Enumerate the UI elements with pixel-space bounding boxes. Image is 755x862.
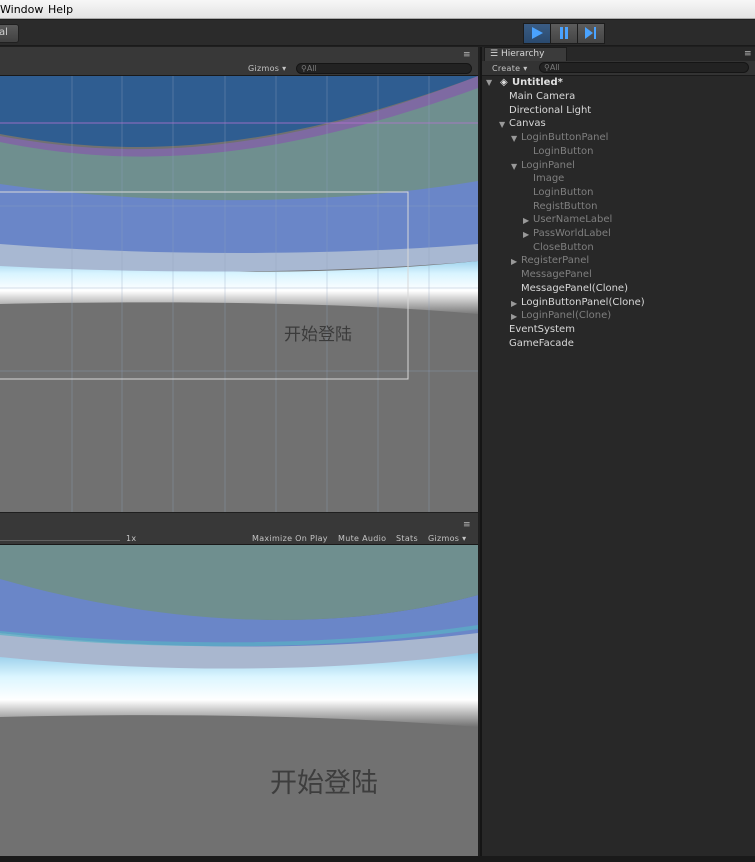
scale-slider[interactable] [0, 540, 120, 541]
game-toolbar: ≡ 1x Maximize On Play Mute Audio Stats G… [0, 513, 478, 545]
play-icon [532, 27, 543, 39]
hierarchy-item-label: Directional Light [509, 104, 592, 116]
hierarchy-item[interactable]: ▶ UserNameLabel [482, 214, 752, 227]
hierarchy-search-placeholder: All [549, 63, 560, 72]
hierarchy-item[interactable]: ▶ RegisterPanel [482, 255, 752, 268]
menu-help[interactable]: Help [48, 3, 73, 16]
hierarchy-item[interactable]: ▶ PassWorldLabel [482, 228, 752, 241]
hierarchy-item-label: RegistButton [533, 200, 598, 212]
expand-arrow-icon[interactable]: ▼ [511, 133, 517, 145]
hierarchy-item-label: GameFacade [509, 337, 574, 349]
hierarchy-toolbar: Create ▾ ⚲All [482, 61, 755, 76]
collapse-arrow-icon[interactable]: ▶ [511, 311, 517, 323]
hierarchy-item[interactable]: ▶ LoginButtonPanel(Clone) [482, 297, 752, 310]
hierarchy-item-label: LoginButtonPanel(Clone) [521, 296, 645, 308]
hierarchy-item-label: LoginButton [533, 186, 594, 198]
play-button[interactable] [523, 23, 551, 44]
hierarchy-item[interactable]: Directional Light [482, 105, 752, 118]
step-icon [585, 27, 596, 39]
hierarchy-item-label: LoginPanel(Clone) [521, 310, 612, 322]
game-login-text: 开始登陆 [270, 768, 378, 799]
hierarchy-item-label: Canvas [509, 118, 546, 130]
hierarchy-item-label: Image [533, 173, 565, 185]
scale-label: 1x [126, 534, 137, 543]
scene-name: Untitled* [512, 77, 563, 88]
hierarchy-item[interactable]: ▼ Canvas [482, 118, 752, 131]
scene-search-input[interactable]: ⚲All [296, 63, 472, 74]
hierarchy-item[interactable]: RegistButton [482, 201, 752, 214]
search-placeholder: All [306, 64, 317, 73]
pause-button[interactable] [550, 23, 578, 44]
game-view[interactable]: 开始登陆 [0, 545, 478, 856]
scene-gizmos-dropdown[interactable]: Gizmos ▾ [248, 64, 286, 73]
hierarchy-item[interactable]: EventSystem [482, 324, 752, 337]
hierarchy-item[interactable]: Main Camera [482, 91, 752, 104]
scene-skybox [0, 76, 478, 512]
step-button[interactable] [577, 23, 605, 44]
pivot-toggle-button[interactable]: al [0, 24, 19, 43]
hierarchy-item-label: LoginButton [533, 145, 594, 157]
hierarchy-item-label: MessagePanel(Clone) [521, 282, 628, 294]
hierarchy-tab-label: Hierarchy [500, 49, 545, 59]
hierarchy-item-label: CloseButton [533, 241, 594, 253]
status-bar [0, 856, 755, 862]
hierarchy-item-label: LoginPanel [521, 159, 575, 171]
game-gizmos-dropdown[interactable]: Gizmos ▾ [428, 534, 466, 543]
hierarchy-item-label: RegisterPanel [521, 255, 590, 267]
scene-toolbar: ≡ Gizmos ▾ ⚲All [0, 47, 478, 76]
list-icon: ☰ [490, 49, 499, 59]
hierarchy-item[interactable]: ▼ LoginButtonPanel [482, 132, 752, 145]
game-gizmos-label: Gizmos [428, 534, 460, 543]
hierarchy-panel: ☰ Hierarchy ≡ Create ▾ ⚲All ▼ ◈ Untitled… [480, 47, 755, 856]
hierarchy-tab[interactable]: ☰ Hierarchy [484, 47, 567, 61]
collapse-arrow-icon[interactable]: ▶ [511, 256, 517, 268]
collapse-arrow-icon[interactable]: ▶ [523, 229, 529, 241]
game-skybox [0, 545, 478, 856]
hierarchy-item[interactable]: GameFacade [482, 338, 752, 351]
panel-menu-icon[interactable]: ≡ [463, 50, 471, 60]
hierarchy-item[interactable]: LoginButton [482, 187, 752, 200]
gizmos-label: Gizmos [248, 64, 280, 73]
menu-bar: Window Help [0, 0, 755, 19]
menu-window[interactable]: Window [0, 3, 43, 16]
expand-arrow-icon[interactable]: ▼ [499, 119, 505, 131]
hierarchy-item-label: Main Camera [509, 91, 576, 102]
hierarchy-item-label: MessagePanel [521, 269, 592, 281]
expand-arrow-icon[interactable]: ▼ [511, 161, 517, 173]
hierarchy-item[interactable]: Image [482, 173, 752, 186]
hierarchy-item[interactable]: MessagePanel [482, 269, 752, 282]
create-label: Create [492, 64, 521, 73]
hierarchy-item-label: UserNameLabel [533, 214, 613, 226]
hierarchy-item-label: PassWorldLabel [533, 228, 611, 239]
pause-icon [560, 27, 568, 39]
hierarchy-menu-icon[interactable]: ≡ [744, 49, 752, 59]
stats-button[interactable]: Stats [396, 534, 418, 543]
hierarchy-search-input[interactable]: ⚲All [539, 62, 749, 73]
scene-login-text: 开始登陆 [284, 325, 352, 345]
hierarchy-item[interactable]: ▶ LoginPanel(Clone) [482, 310, 752, 323]
mute-audio-button[interactable]: Mute Audio [338, 534, 386, 543]
scene-view[interactable]: 开始登陆 [0, 76, 478, 512]
collapse-arrow-icon[interactable]: ▶ [511, 298, 517, 310]
hierarchy-item[interactable]: MessagePanel(Clone) [482, 283, 752, 296]
create-dropdown[interactable]: Create ▾ [492, 64, 528, 73]
maximize-on-play-button[interactable]: Maximize On Play [252, 534, 328, 543]
main-toolbar: al [0, 20, 755, 46]
hierarchy-item-label: EventSystem [509, 323, 575, 335]
hierarchy-item-label: LoginButtonPanel [521, 132, 609, 144]
unity-scene-icon: ◈ [500, 77, 508, 88]
hierarchy-item[interactable]: ▼ LoginPanel [482, 160, 752, 173]
hierarchy-item[interactable]: LoginButton [482, 146, 752, 159]
expand-arrow-icon[interactable]: ▼ [486, 77, 492, 89]
game-panel-menu-icon[interactable]: ≡ [463, 520, 471, 530]
collapse-arrow-icon[interactable]: ▶ [523, 215, 529, 227]
hierarchy-item[interactable]: CloseButton [482, 242, 752, 255]
